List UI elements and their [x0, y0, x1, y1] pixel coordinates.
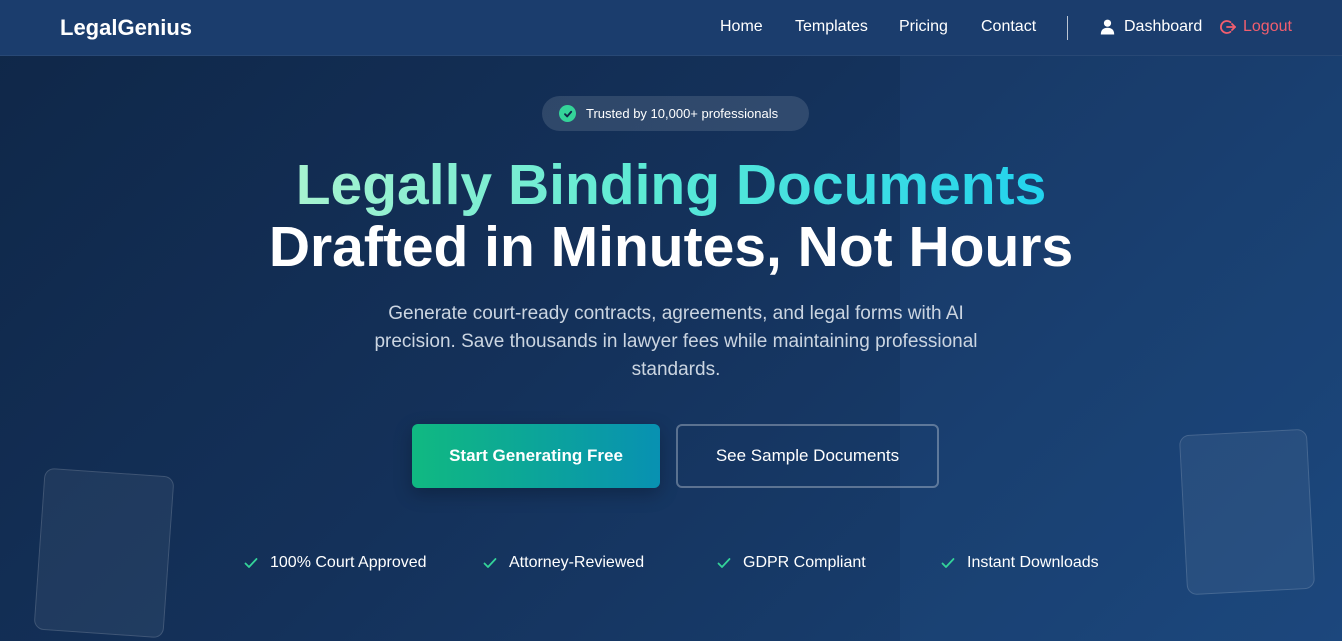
- nav-link-templates[interactable]: Templates: [795, 18, 868, 36]
- nav-link-home[interactable]: Home: [720, 18, 763, 36]
- navbar: LegalGenius Home Templates Pricing Conta…: [0, 0, 1342, 56]
- nav-link-contact[interactable]: Contact: [981, 18, 1036, 36]
- dashboard-label: Dashboard: [1124, 18, 1203, 35]
- logo[interactable]: LegalGenius: [60, 15, 192, 41]
- trust-badge-text: Trusted by 10,000+ professionals: [586, 106, 779, 121]
- feature-item: Instant Downloads: [941, 554, 1099, 572]
- nav-link-pricing[interactable]: Pricing: [899, 18, 948, 36]
- feature-label: GDPR Compliant: [743, 554, 866, 571]
- see-samples-button[interactable]: See Sample Documents: [676, 424, 939, 488]
- trust-badge: Trusted by 10,000+ professionals: [542, 96, 809, 131]
- feature-label: Instant Downloads: [967, 554, 1099, 571]
- feature-label: 100% Court Approved: [270, 554, 427, 571]
- decorative-document-card-left: [33, 467, 175, 639]
- check-icon: [717, 557, 731, 569]
- headline-gradient-text: Legally Binding Documents: [295, 153, 1047, 217]
- feature-item: GDPR Compliant: [717, 554, 866, 572]
- check-icon: [244, 557, 258, 569]
- check-icon: [941, 557, 955, 569]
- check-icon: [483, 557, 497, 569]
- logout-icon: [1220, 19, 1236, 35]
- dashboard-link[interactable]: Dashboard: [1100, 18, 1202, 36]
- feature-item: Attorney-Reviewed: [483, 554, 644, 572]
- hero-subtext: Generate court-ready contracts, agreemen…: [374, 303, 978, 380]
- user-icon: [1100, 19, 1115, 35]
- logout-link[interactable]: Logout: [1220, 18, 1292, 36]
- nav-divider: [1067, 16, 1068, 40]
- headline-gradient: Legally Binding Documents: [0, 152, 1342, 218]
- feature-item: 100% Court Approved: [244, 554, 427, 572]
- feature-label: Attorney-Reviewed: [509, 554, 645, 571]
- start-generating-button[interactable]: Start Generating Free: [412, 424, 660, 488]
- logout-label: Logout: [1243, 18, 1292, 35]
- check-circle-icon: [559, 105, 576, 122]
- headline-plain: Drafted in Minutes, Not Hours: [268, 215, 1074, 279]
- decorative-document-card-right: [1178, 428, 1316, 596]
